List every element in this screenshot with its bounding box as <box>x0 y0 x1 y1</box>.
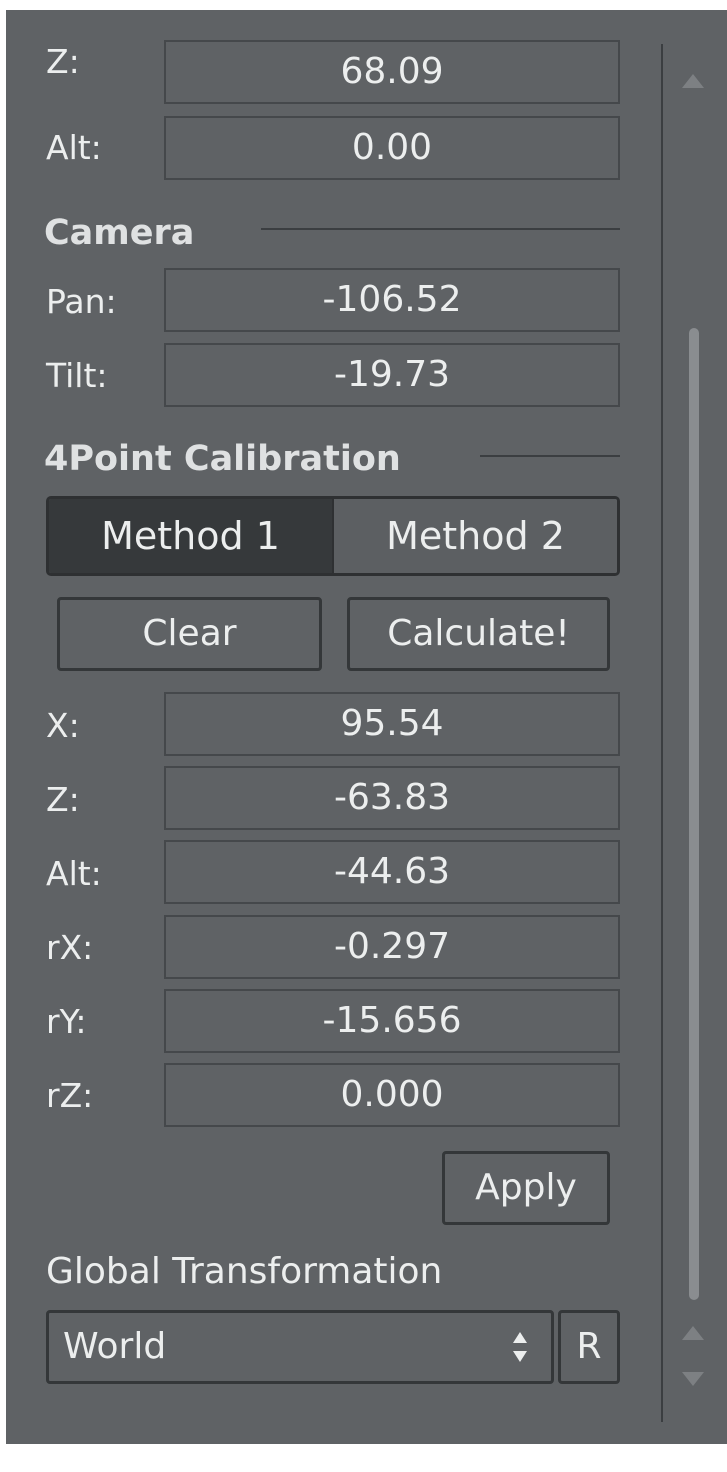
method-segmented-control: Method 1 Method 2 <box>46 496 620 576</box>
camera-header-divider <box>261 228 620 230</box>
calib-alt-label: Alt: <box>46 854 102 893</box>
calib-x-label: X: <box>46 706 80 745</box>
scrollbar-thumb[interactable] <box>689 328 699 1300</box>
pan-field[interactable]: -106.52 <box>164 268 620 332</box>
global-transformation-value: World <box>63 1326 167 1367</box>
apply-button[interactable]: Apply <box>442 1151 610 1225</box>
triangle-down-icon[interactable] <box>680 1370 706 1388</box>
calib-rz-field[interactable]: 0.000 <box>164 1063 620 1127</box>
calculate-button[interactable]: Calculate! <box>347 597 610 671</box>
calib-alt-field[interactable]: -44.63 <box>164 840 620 904</box>
global-transformation-select[interactable]: World <box>46 1310 554 1384</box>
calib-rx-label: rX: <box>46 928 94 967</box>
tilt-label: Tilt: <box>46 356 108 395</box>
calibration-header-divider <box>480 455 620 457</box>
calibration-header: 4Point Calibration <box>44 439 401 479</box>
camera-settings-panel: Z: 68.09 Alt: 0.00 Camera Pan: -106.52 T… <box>6 10 727 1444</box>
triangle-up-icon[interactable] <box>680 72 706 90</box>
calib-rx-field[interactable]: -0.297 <box>164 915 620 979</box>
up-down-arrows-icon <box>513 1332 527 1362</box>
calib-rz-label: rZ: <box>46 1076 94 1115</box>
triangle-up-icon[interactable] <box>680 1324 706 1342</box>
camera-header: Camera <box>44 213 195 253</box>
global-transformation-label: Global Transformation <box>46 1251 443 1292</box>
calib-z-label: Z: <box>46 780 80 819</box>
reset-button[interactable]: R <box>558 1310 620 1384</box>
z-label: Z: <box>46 42 80 81</box>
clear-button[interactable]: Clear <box>57 597 322 671</box>
pan-label: Pan: <box>46 282 117 321</box>
method-1-tab[interactable]: Method 1 <box>49 499 332 573</box>
tilt-field[interactable]: -19.73 <box>164 343 620 407</box>
z-field[interactable]: 68.09 <box>164 40 620 104</box>
calib-ry-label: rY: <box>46 1002 87 1041</box>
calib-z-field[interactable]: -63.83 <box>164 766 620 830</box>
calib-ry-field[interactable]: -15.656 <box>164 989 620 1053</box>
alt-label: Alt: <box>46 128 102 167</box>
scrollbar-divider <box>661 44 663 1422</box>
calib-x-field[interactable]: 95.54 <box>164 692 620 756</box>
alt-field[interactable]: 0.00 <box>164 116 620 180</box>
method-2-tab[interactable]: Method 2 <box>332 499 617 573</box>
